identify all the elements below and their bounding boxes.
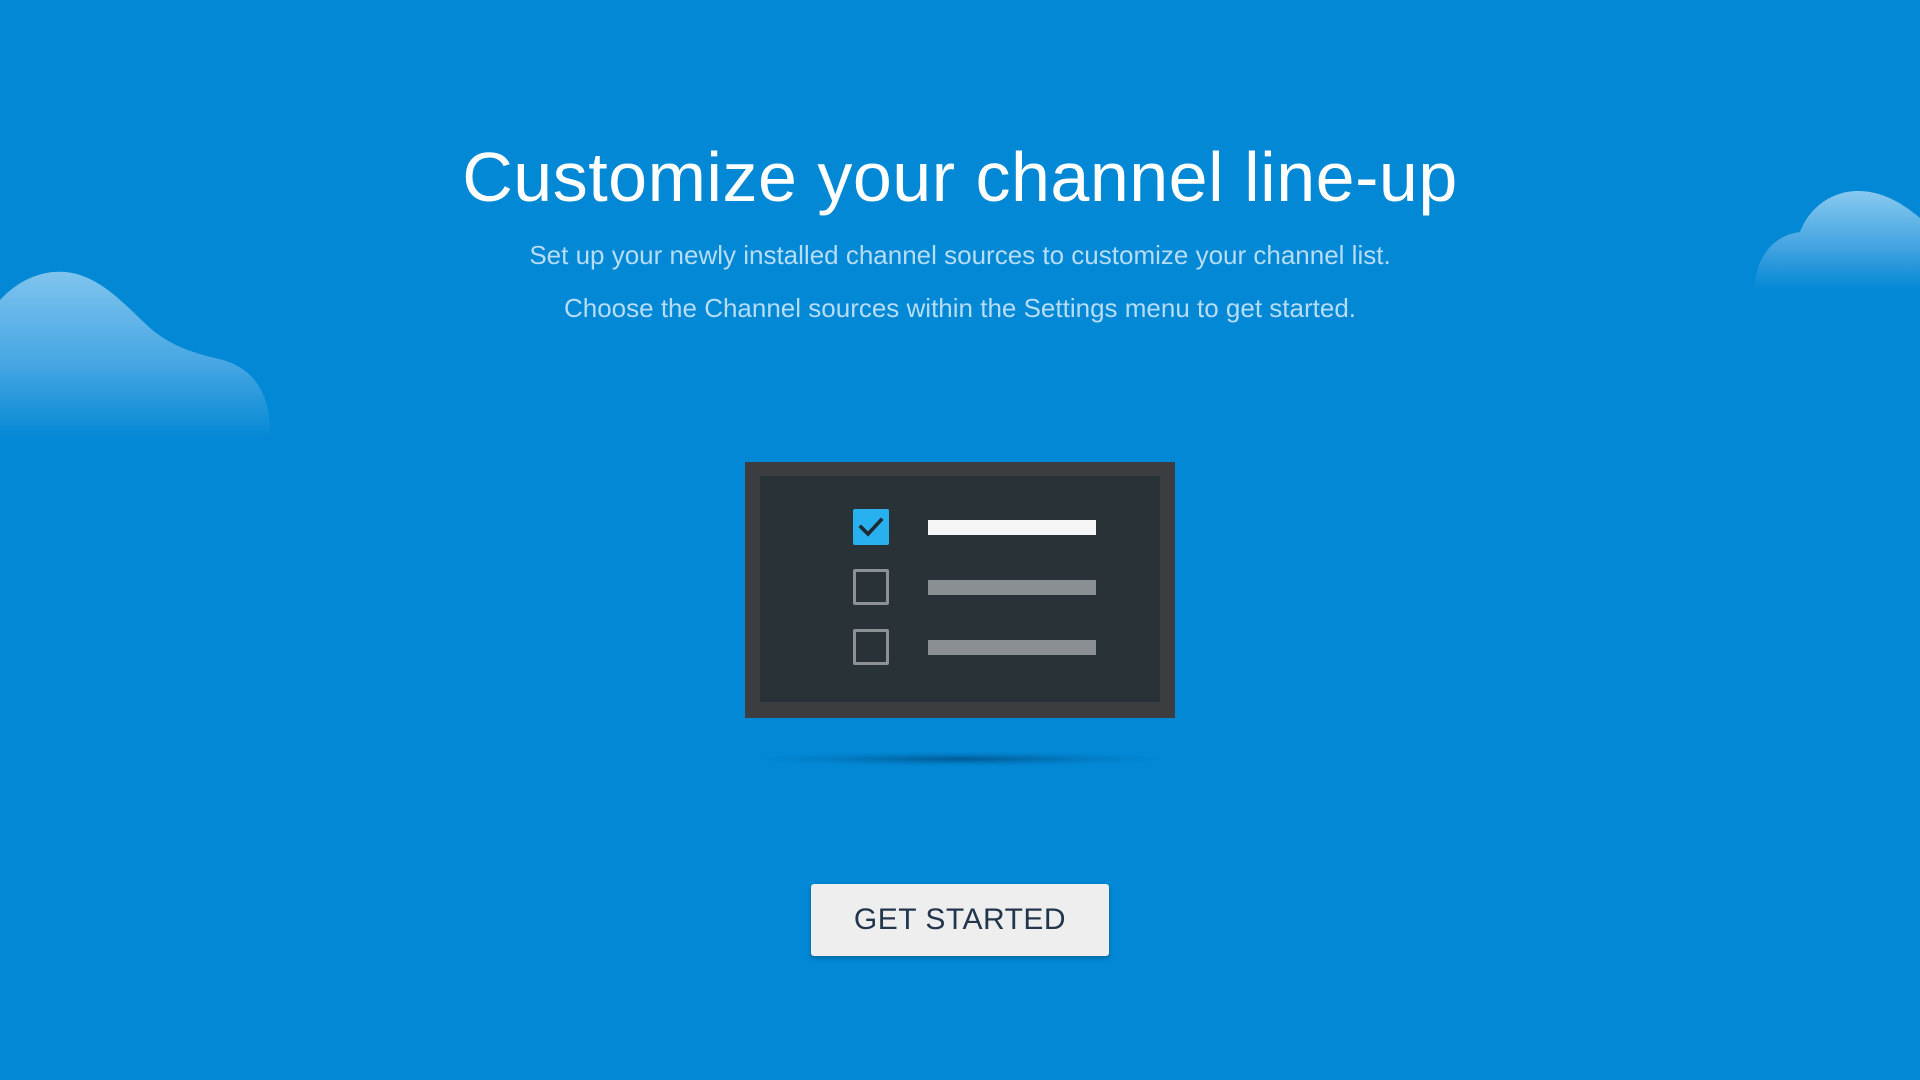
checklist-item <box>853 629 1103 665</box>
checkbox-checked-icon <box>853 509 889 545</box>
tv-checklist-icon <box>745 462 1175 718</box>
checklist-item <box>853 509 1103 545</box>
tv-screen <box>760 476 1160 702</box>
page-subtitle-line-1: Set up your newly installed channel sour… <box>529 240 1391 270</box>
checklist-item <box>853 569 1103 605</box>
checklist-line-active <box>928 520 1096 535</box>
onboarding-screen: Customize your channel line-up Set up yo… <box>0 0 1920 1080</box>
checkbox-empty-icon <box>853 569 889 605</box>
checkmark-icon <box>858 517 884 537</box>
get-started-button[interactable]: GET STARTED <box>811 884 1109 956</box>
checkbox-empty-icon <box>853 629 889 665</box>
checklist-line <box>928 580 1096 595</box>
page-subtitle-line-2: Choose the Channel sources within the Se… <box>563 293 1357 323</box>
page-title: Customize your channel line-up <box>462 138 1458 216</box>
checklist-line <box>928 640 1096 655</box>
tv-shadow <box>760 752 1160 766</box>
